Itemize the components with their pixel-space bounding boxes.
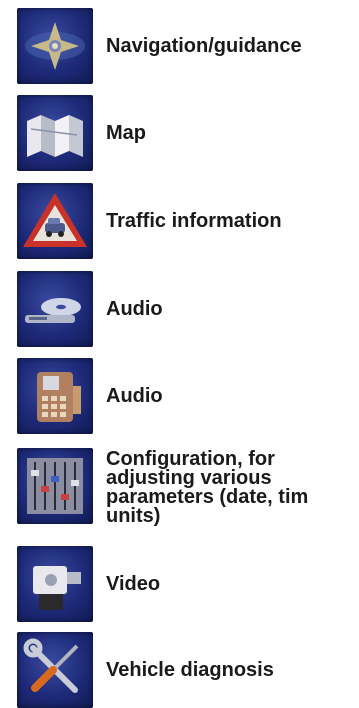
- menu-item-label: Audio: [106, 297, 163, 320]
- menu-item-label: Navigation/guidance: [106, 34, 302, 57]
- traffic-warning-triangle-icon: [17, 183, 93, 259]
- menu-item-vehicle-diagnosis[interactable]: Vehicle diagnosis: [17, 632, 359, 708]
- video-camera-icon: [17, 546, 93, 622]
- menu-item-label: Map: [106, 121, 146, 144]
- settings-sliders-icon: [17, 448, 93, 524]
- menu-item-map[interactable]: Map: [17, 95, 359, 171]
- menu-item-label: Configuration, for adjusting various par…: [106, 448, 309, 527]
- wrench-screwdriver-icon: [17, 632, 93, 708]
- menu-item-label: Traffic information: [106, 209, 282, 232]
- folded-map-icon: [17, 95, 93, 171]
- menu-item-navigation[interactable]: Navigation/guidance: [17, 8, 359, 84]
- menu-item-label: Video: [106, 572, 161, 595]
- menu-item-video[interactable]: Video: [17, 546, 359, 622]
- cd-player-icon: [17, 271, 93, 347]
- menu-item-configuration[interactable]: Configuration, for adjusting various par…: [17, 446, 359, 526]
- menu-item-label: Vehicle diagnosis: [106, 658, 274, 681]
- menu-item-label: Audio: [106, 384, 163, 407]
- navigation-compass-icon: [17, 8, 93, 84]
- menu-item-traffic-information[interactable]: Traffic information: [17, 183, 359, 259]
- menu-item-audio-keypad[interactable]: Audio: [17, 358, 359, 434]
- menu-item-audio-cd[interactable]: Audio: [17, 271, 359, 347]
- phone-keypad-icon: [17, 358, 93, 434]
